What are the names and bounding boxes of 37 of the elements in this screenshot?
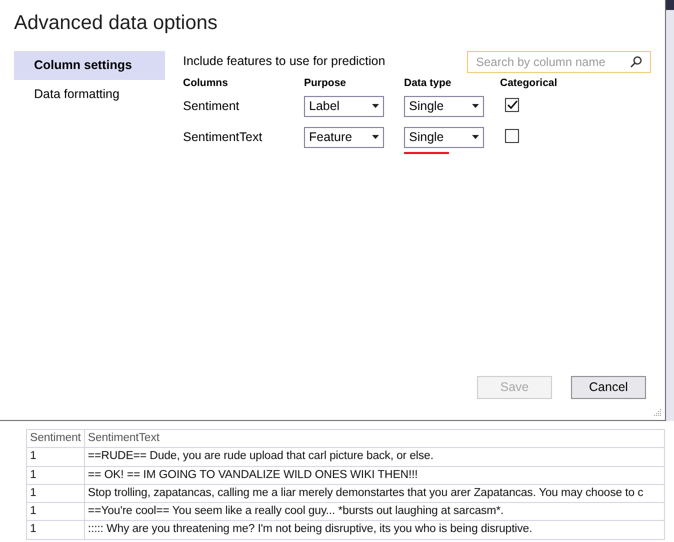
grid-header: SentimentText bbox=[84, 430, 664, 448]
search-field[interactable]: Search by column name bbox=[467, 51, 651, 73]
grid-cell: 1 bbox=[26, 502, 84, 521]
cancel-button[interactable]: Cancel bbox=[571, 376, 646, 399]
caret-icon bbox=[472, 104, 479, 108]
grid-cell: 1 bbox=[26, 484, 84, 502]
categorical-checkbox[interactable] bbox=[505, 98, 519, 112]
section-heading: Include features to use for prediction bbox=[183, 53, 386, 70]
data-type-dropdown[interactable]: Single bbox=[404, 126, 484, 148]
search-icon bbox=[630, 56, 642, 68]
column-header: Categorical bbox=[500, 76, 558, 91]
column-name: Sentiment bbox=[183, 98, 240, 115]
grid-cell: Stop trolling, zapatancas, calling me a liar merely demonstartes that you arer Zapatancas. You may choose to c bbox=[84, 484, 664, 502]
grid-cell: 1 bbox=[26, 520, 84, 539]
caret-icon bbox=[372, 135, 379, 140]
sidebar-item[interactable]: Column settings bbox=[14, 51, 165, 80]
column-name: SentimentText bbox=[183, 128, 264, 146]
column-header: Purpose bbox=[304, 76, 348, 91]
grid-cell: ::::: Why are you threatening me? I'm not being disruptive, its you who is being disruptive. bbox=[84, 520, 664, 539]
grid-cell: ==You're cool== You seem like a really cool guy... *bursts out laughing at sarcasm*. bbox=[84, 502, 664, 521]
data-type-dropdown[interactable]: Single bbox=[404, 96, 484, 117]
grid-cell: == OK! == IM GOING TO VANDALIZE WILD ONES WIKI THEN!!! bbox=[84, 466, 664, 484]
column-header: Data type bbox=[404, 76, 452, 91]
grid-cell: 1 bbox=[26, 466, 84, 484]
grid-header: Sentiment bbox=[26, 430, 84, 448]
categorical-checkbox[interactable] bbox=[505, 128, 519, 143]
caret-icon bbox=[372, 104, 379, 108]
background-window-edge bbox=[666, 0, 674, 10]
column-header: Columns bbox=[183, 76, 229, 91]
grid-cell: 1 bbox=[26, 448, 84, 466]
grid-cell: ==RUDE== Dude, you are rude upload that carl picture back, or else. bbox=[84, 448, 664, 466]
purpose-dropdown[interactable]: Label bbox=[304, 96, 384, 117]
caret-icon bbox=[472, 135, 479, 140]
sidebar-item[interactable]: Data formatting bbox=[14, 80, 165, 109]
purpose-dropdown[interactable]: Feature bbox=[304, 126, 384, 148]
dialog-title: Advanced data options bbox=[14, 11, 218, 36]
check-icon bbox=[506, 100, 518, 110]
